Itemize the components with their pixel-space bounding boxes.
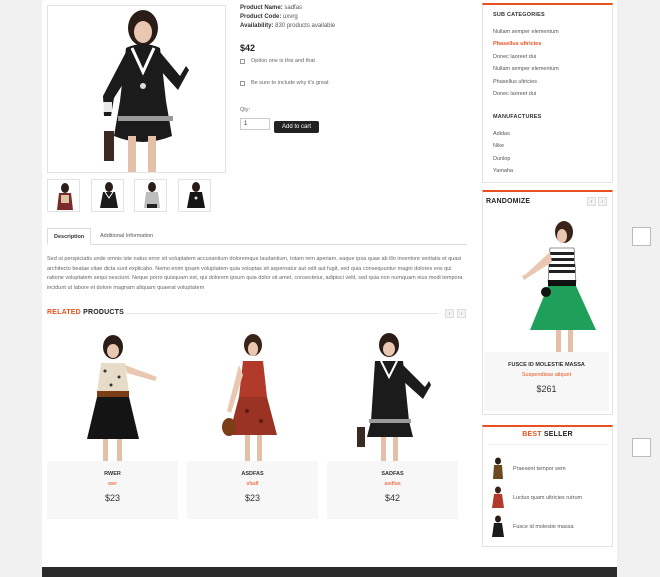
randomize-prev-button[interactable]: ‹ bbox=[587, 197, 596, 206]
best-seller-item[interactable]: Praesent tempor sem bbox=[488, 457, 566, 481]
related-product-price: $23 bbox=[104, 493, 121, 503]
thumbnail-2[interactable] bbox=[91, 179, 124, 212]
best-seller-divider bbox=[488, 444, 607, 445]
randomize-product-card[interactable] bbox=[484, 352, 609, 411]
randomize-product-name[interactable]: FUSCE ID MOLESTIE MASSA bbox=[484, 362, 609, 368]
related-product-name[interactable]: ASDFAS bbox=[187, 471, 318, 477]
best-seller-thumbnail[interactable] bbox=[488, 486, 508, 510]
subcategory-link[interactable]: Donec laoreet dui bbox=[493, 54, 536, 60]
best-seller-name[interactable]: Fusce id molestie massa bbox=[513, 524, 574, 530]
best-seller-item[interactable]: Luctus quam ultricies rutrum bbox=[488, 486, 582, 510]
related-title-rest: PRODUCTS bbox=[80, 309, 124, 316]
related-divider bbox=[126, 313, 438, 314]
randomize-next-button[interactable]: › bbox=[598, 197, 607, 206]
best-seller-name[interactable]: Praesent tempor sem bbox=[513, 466, 566, 472]
description-text: Sed ut perspiciatis unde omnis iste natu… bbox=[47, 256, 463, 291]
manufacturer-link[interactable]: Nike bbox=[493, 143, 504, 149]
best-seller-title-accent: BEST bbox=[522, 431, 542, 438]
page-content: Product Name: sadfas Product Code: uxvrg… bbox=[42, 0, 617, 577]
option-one[interactable]: Option one is this and that bbox=[240, 58, 315, 64]
related-product-card[interactable]: RWER wer $23 bbox=[47, 331, 178, 519]
subcategories-title: SUB CATEGORIES bbox=[493, 12, 545, 18]
option-two-label: Be sure to include why it's great bbox=[251, 80, 329, 86]
randomize-product-price: $261 bbox=[536, 384, 557, 394]
availability-value: 830 products available bbox=[275, 23, 336, 29]
best-seller-title-rest: SELLER bbox=[541, 431, 573, 438]
option-one-label: Option one is this and that bbox=[251, 58, 315, 64]
subcategory-link-active[interactable]: Phasellus ultricies bbox=[493, 41, 541, 47]
related-product-price: $23 bbox=[244, 493, 261, 503]
availability-line: Availability: 830 products available bbox=[240, 22, 335, 31]
option-two-checkbox[interactable] bbox=[240, 80, 245, 86]
related-product-card[interactable]: SADFAS asdfas $42 bbox=[327, 331, 458, 519]
product-code-label: Product Code: bbox=[240, 14, 282, 20]
related-product-subtitle: sfadf bbox=[246, 481, 259, 487]
availability-label: Availability: bbox=[240, 23, 274, 29]
subcategory-link[interactable]: Nullam semper elementum bbox=[493, 66, 559, 72]
manufactures-title: MANUFACTURES bbox=[493, 114, 542, 120]
related-product-subtitle: asdfas bbox=[384, 481, 401, 487]
thumbnail-4[interactable] bbox=[178, 179, 211, 212]
add-to-cart-button[interactable]: Add to cart bbox=[274, 121, 319, 133]
randomize-product-image[interactable] bbox=[486, 218, 611, 352]
subcategory-link[interactable]: Phasellus ultricies bbox=[493, 79, 537, 85]
related-product-card[interactable]: ASDFAS sfadf $23 bbox=[187, 331, 318, 519]
product-price: $42 bbox=[240, 43, 256, 53]
product-name-label: Product Name: bbox=[240, 5, 283, 11]
qty-input[interactable]: 1 bbox=[240, 118, 270, 130]
product-code-value: uxvrg bbox=[283, 14, 298, 20]
related-products-title: RELATED PRODUCTS bbox=[47, 309, 124, 316]
related-next-button[interactable]: › bbox=[457, 309, 466, 318]
qty-label: Qty: bbox=[240, 107, 251, 113]
related-product-name[interactable]: RWER bbox=[47, 471, 178, 477]
randomize-title: RANDOMIZE bbox=[486, 198, 531, 205]
option-one-checkbox[interactable] bbox=[240, 58, 245, 64]
related-product-image[interactable] bbox=[187, 331, 318, 461]
product-name-line: Product Name: sadfas bbox=[240, 4, 302, 13]
subcategory-link[interactable]: Nullam semper elementum bbox=[493, 29, 559, 35]
related-prev-button[interactable]: ‹ bbox=[445, 309, 454, 318]
related-title-accent: RELATED bbox=[47, 309, 81, 316]
related-product-image[interactable] bbox=[327, 331, 458, 461]
footer-bar bbox=[42, 567, 617, 577]
tab-additional-information[interactable]: Additional Information bbox=[94, 228, 159, 245]
main-product-image[interactable] bbox=[47, 5, 226, 173]
best-seller-thumbnail[interactable] bbox=[488, 457, 508, 481]
randomize-product-subtitle: Suspendisse aliquet bbox=[521, 372, 572, 378]
option-two[interactable]: Be sure to include why it's great bbox=[240, 80, 328, 86]
thumbnail-1[interactable] bbox=[47, 179, 80, 212]
related-product-subtitle: wer bbox=[108, 481, 117, 487]
floating-image-icon[interactable] bbox=[632, 227, 651, 246]
best-seller-name[interactable]: Luctus quam ultricies rutrum bbox=[513, 495, 582, 501]
tab-description[interactable]: Description bbox=[47, 228, 92, 245]
best-seller-item[interactable]: Fusce id molestie massa bbox=[488, 515, 574, 539]
floating-image-icon[interactable] bbox=[632, 438, 651, 457]
thumbnail-3[interactable] bbox=[134, 179, 167, 212]
manufacturer-link[interactable]: Adidas bbox=[493, 131, 510, 137]
related-product-name[interactable]: SADFAS bbox=[327, 471, 458, 477]
related-product-price: $42 bbox=[384, 493, 401, 503]
manufacturer-link[interactable]: Yamaha bbox=[493, 168, 513, 174]
best-seller-title: BEST SELLER bbox=[482, 431, 613, 438]
best-seller-thumbnail[interactable] bbox=[488, 515, 508, 539]
product-code-line: Product Code: uxvrg bbox=[240, 13, 298, 22]
subcategory-link[interactable]: Donec laoreet dui bbox=[493, 91, 536, 97]
product-name-value: sadfas bbox=[284, 5, 303, 11]
related-product-image[interactable] bbox=[47, 331, 178, 461]
manufacturer-link[interactable]: Dunlop bbox=[493, 156, 510, 162]
